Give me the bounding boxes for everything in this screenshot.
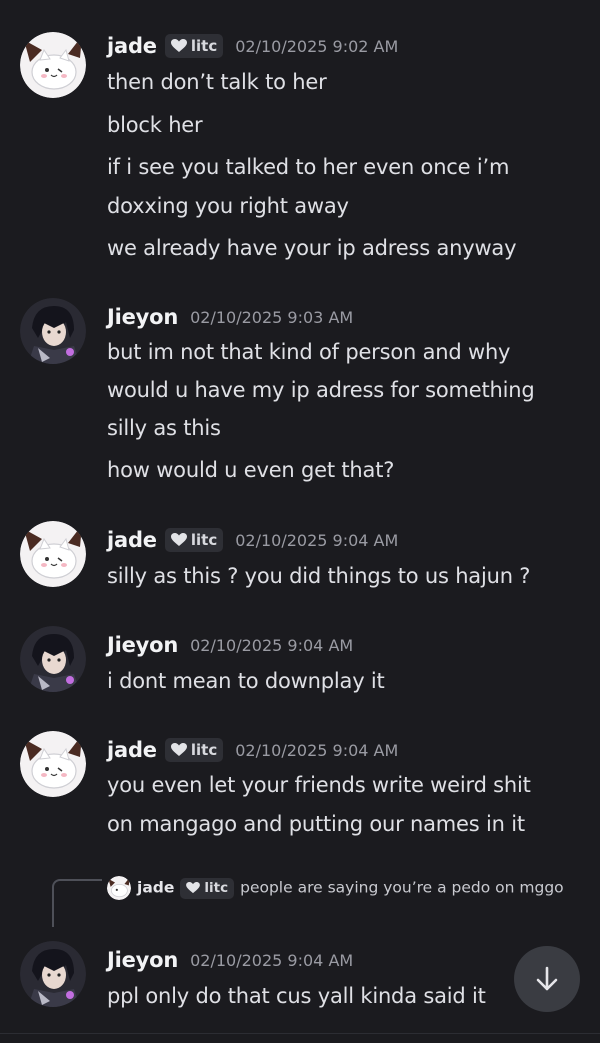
author-name[interactable]: jade <box>107 34 157 58</box>
server-tag-label: litc <box>190 741 218 759</box>
reply-author[interactable]: jade <box>137 879 174 897</box>
message-header: Jieyon 02/10/2025 9:03 AM <box>107 305 353 329</box>
author-name[interactable]: jade <box>107 738 157 762</box>
message-header: Jieyon 02/10/2025 9:04 AM <box>107 948 353 972</box>
message-header: Jieyon 02/10/2025 9:04 AM <box>107 633 353 657</box>
message-text: i dont mean to downplay it <box>107 669 385 693</box>
avatar-cat[interactable] <box>20 32 86 98</box>
message-text: would u have my ip adress for something <box>107 378 535 402</box>
author-name[interactable]: Jieyon <box>107 633 178 657</box>
server-tag[interactable]: litc <box>164 738 224 762</box>
message-text: silly as this ? you did things to us haj… <box>107 564 531 588</box>
message-text: ppl only do that cus yall kinda said it <box>107 984 486 1008</box>
avatar-character[interactable] <box>20 941 86 1007</box>
timestamp: 02/10/2025 9:03 AM <box>190 307 354 327</box>
message-text: but im not that kind of person and why <box>107 340 511 364</box>
server-tag[interactable]: litc <box>180 877 235 899</box>
message-text: we already have your ip adress anyway <box>107 236 517 260</box>
message-header: jade litc 02/10/2025 9:02 AM <box>107 34 398 58</box>
divider <box>0 1033 600 1034</box>
server-tag-label: litc <box>204 880 229 896</box>
avatar-character[interactable] <box>20 626 86 692</box>
server-tag-label: litc <box>190 531 218 549</box>
reply-text: people are saying you’re a pedo on mggo <box>240 878 564 897</box>
reply-avatar <box>107 876 131 900</box>
author-name[interactable]: Jieyon <box>107 948 178 972</box>
message-text: then don’t talk to her <box>107 70 327 94</box>
message-text: doxxing you right away <box>107 194 349 218</box>
timestamp: 02/10/2025 9:04 AM <box>235 530 399 550</box>
author-name[interactable]: Jieyon <box>107 305 178 329</box>
arrow-down-icon <box>536 966 558 991</box>
message-text: block her <box>107 113 203 137</box>
timestamp: 02/10/2025 9:02 AM <box>235 36 399 56</box>
message-text: you even let your friends write weird sh… <box>107 773 531 797</box>
message-header: jade litc 02/10/2025 9:04 AM <box>107 528 398 552</box>
jump-to-present-button[interactable] <box>514 946 580 1012</box>
reply-preview[interactable]: jade litc people are saying you’re a pedo … <box>107 876 577 900</box>
message-text: on mangago and putting our names in it <box>107 812 525 836</box>
timestamp: 02/10/2025 9:04 AM <box>190 950 354 970</box>
reply-connector <box>52 879 102 927</box>
server-tag-label: litc <box>190 37 218 55</box>
heart-icon <box>170 743 187 756</box>
avatar-cat[interactable] <box>20 731 86 797</box>
timestamp: 02/10/2025 9:04 AM <box>235 740 399 760</box>
heart-icon <box>170 39 187 52</box>
avatar-character[interactable] <box>20 298 86 364</box>
server-tag[interactable]: litc <box>164 528 224 552</box>
author-name[interactable]: jade <box>107 528 157 552</box>
message-header: jade litc 02/10/2025 9:04 AM <box>107 738 398 762</box>
message-text: how would u even get that? <box>107 458 395 482</box>
avatar-cat[interactable] <box>20 521 86 587</box>
timestamp: 02/10/2025 9:04 AM <box>190 635 354 655</box>
heart-icon <box>170 533 187 546</box>
heart-icon <box>186 882 201 894</box>
message-text: if i see you talked to her even once i’m <box>107 155 510 179</box>
message-text: silly as this <box>107 416 221 440</box>
server-tag[interactable]: litc <box>164 34 224 58</box>
